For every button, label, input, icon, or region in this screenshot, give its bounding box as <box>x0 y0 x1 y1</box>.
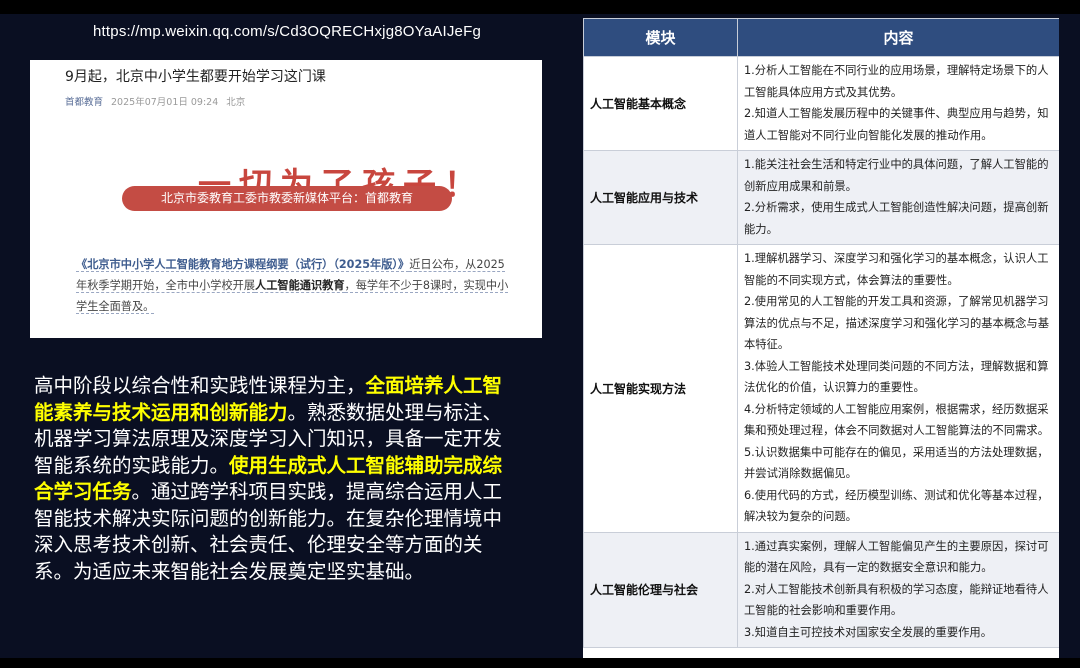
table-row: 人工智能基本概念 1.分析人工智能在不同行业的应用场景，理解特定场景下的人工智能… <box>583 56 1059 151</box>
article-source-link[interactable]: 首都教育 <box>65 97 103 108</box>
content-cell: 1.通过真实案例，理解人工智能偏见产生的主要原因，探讨可能的潜在风险，具有一定的… <box>737 531 1059 648</box>
content-item: 2.知道人工智能发展历程中的关键事件、典型应用与趋势，知道人工智能对不同行业向智… <box>744 107 1049 142</box>
content-item: 6.使用代码的方式，经历模型训练、测试和优化等基本过程，解决较为复杂的问题。 <box>744 488 1049 524</box>
article-url[interactable]: https://mp.weixin.qq.com/s/Cd3OQRECHxjg8… <box>93 23 481 40</box>
article-body-strong: 人工智能通识教育 <box>255 279 345 293</box>
table-row: 人工智能伦理与社会 1.通过真实案例，理解人工智能偏见产生的主要原因，探讨可能的… <box>583 531 1059 648</box>
content-item: 2.分析需求，使用生成式人工智能创造性解决问题，提高创新能力。 <box>744 201 1049 236</box>
article-location: 北京 <box>226 97 246 108</box>
article-body: 《北京市中小学人工智能教育地方课程纲要（试行）（2025年版）》近日公布，从20… <box>76 254 512 317</box>
content-cell: 1.能关注社会生活和特定行业中的具体问题，了解人工智能的创新应用成果和前景。 2… <box>737 150 1059 245</box>
summary-text-1: 高中阶段以综合性和实践性课程为主， <box>34 374 366 397</box>
content-cell: 1.理解机器学习、深度学习和强化学习的基本概念，认识人工智能的不同实现方式，体会… <box>737 244 1059 533</box>
article-doc-title: 《北京市中小学人工智能教育地方课程纲要（试行）（2025年版）》 <box>76 258 410 272</box>
content-item: 3.体验人工智能技术处理同类问题的不同方法，理解数据和算法优化的价值，认识算力的… <box>744 359 1049 395</box>
content-cell: 1.分析人工智能在不同行业的应用场景，理解特定场景下的人工智能具体应用方式及其优… <box>737 56 1059 151</box>
summary-paragraph: 高中阶段以综合性和实践性课程为主，全面培养人工智能素养与技术运用和创新能力。熟悉… <box>34 373 519 585</box>
table-header-row: 模块 内容 <box>583 18 1059 57</box>
article-screenshot: 9月起，北京中小学生都要开始学习这门课 首都教育 2025年07月01日 09:2… <box>30 60 542 338</box>
module-cell: 人工智能实现方法 <box>583 244 738 533</box>
article-title: 9月起，北京中小学生都要开始学习这门课 <box>65 69 326 85</box>
curriculum-table: 模块 内容 人工智能基本概念 1.分析人工智能在不同行业的应用场景，理解特定场景… <box>583 18 1059 648</box>
content-item: 4.分析特定领域的人工智能应用案例，根据需求，经历数据采集和预处理过程，体会不同… <box>744 402 1050 438</box>
content-item: 1.能关注社会生活和特定行业中的具体问题，了解人工智能的创新应用成果和前景。 <box>744 158 1049 193</box>
content-item: 1.分析人工智能在不同行业的应用场景，理解特定场景下的人工智能具体应用方式及其优… <box>744 64 1049 99</box>
table-header-module: 模块 <box>583 18 738 57</box>
content-item: 2.使用常见的人工智能的开发工具和资源，了解常见机器学习算法的优点与不足，描述深… <box>744 295 1050 351</box>
content-item: 2.对人工智能技术创新具有积极的学习态度，能辩证地看待人工智能的社会影响和重要作… <box>744 582 1049 618</box>
content-item: 3.知道自主可控技术对国家安全发展的重要作用。 <box>744 625 993 639</box>
content-item: 1.理解机器学习、深度学习和强化学习的基本概念，认识人工智能的不同实现方式，体会… <box>744 252 1049 287</box>
module-cell: 人工智能应用与技术 <box>583 150 738 245</box>
table-row: 人工智能实现方法 1.理解机器学习、深度学习和强化学习的基本概念，认识人工智能的… <box>583 244 1059 533</box>
module-cell: 人工智能伦理与社会 <box>583 531 738 648</box>
module-cell: 人工智能基本概念 <box>583 56 738 151</box>
table-header-content: 内容 <box>737 18 1059 57</box>
top-black-bar <box>0 0 1080 14</box>
article-banner: 北京市委教育工委市教委新媒体平台：首都教育 <box>122 186 452 211</box>
article-datetime: 2025年07月01日 09:24 <box>111 97 219 108</box>
curriculum-table-panel: 模块 内容 人工智能基本概念 1.分析人工智能在不同行业的应用场景，理解特定场景… <box>583 18 1059 658</box>
article-meta: 首都教育 2025年07月01日 09:24 北京 <box>65 94 245 108</box>
content-item: 5.认识数据集中可能存在的偏见，采用适当的方法处理数据，并尝试消除数据偏见。 <box>744 445 1049 481</box>
content-item: 1.通过真实案例，理解人工智能偏见产生的主要原因，探讨可能的潜在风险，具有一定的… <box>744 539 1049 575</box>
table-row: 人工智能应用与技术 1.能关注社会生活和特定行业中的具体问题，了解人工智能的创新… <box>583 150 1059 245</box>
bottom-black-bar <box>0 658 1080 668</box>
